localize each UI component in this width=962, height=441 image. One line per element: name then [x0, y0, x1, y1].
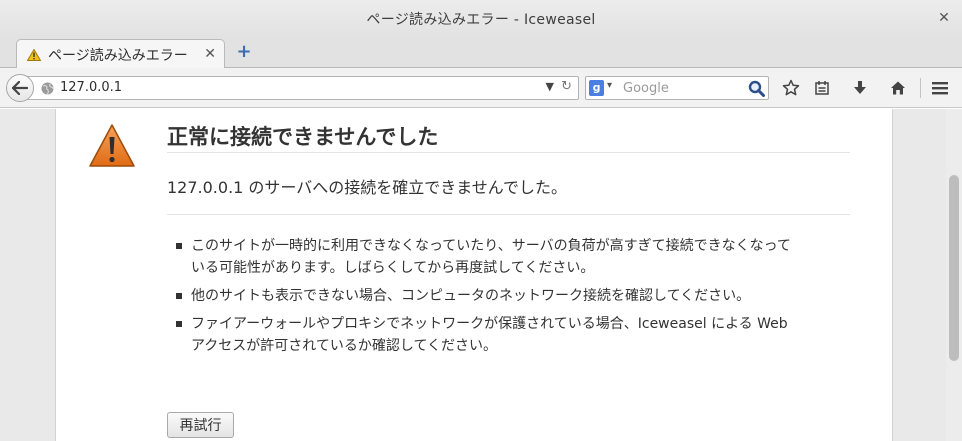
url-text: 127.0.0.1 — [60, 80, 123, 95]
window-title: ページ読み込みエラー - Iceweasel — [366, 12, 596, 28]
description-divider — [167, 214, 850, 215]
error-page: 正常に接続できませんでした 127.0.0.1 のサーバへの接続を確立できません… — [55, 109, 893, 441]
title-divider — [167, 152, 850, 153]
search-icon[interactable] — [748, 80, 765, 97]
globe-icon — [41, 82, 54, 95]
url-bar[interactable]: 127.0.0.1 ▼ ↻ — [26, 76, 579, 100]
window-titlebar: ページ読み込みエラー - Iceweasel ✕ — [0, 0, 962, 38]
warning-icon — [89, 124, 135, 167]
scrollbar-thumb[interactable] — [949, 175, 959, 361]
window-close-icon[interactable]: ✕ — [936, 10, 952, 26]
list-item: このサイトが一時的に利用できなくなっていたり、サーバの負荷が高すぎて接続できなく… — [176, 235, 796, 279]
error-suggestions: このサイトが一時的に利用できなくなっていたり、サーバの負荷が高すぎて接続できなく… — [176, 235, 796, 363]
back-icon — [12, 81, 28, 95]
navigation-toolbar: 127.0.0.1 ▼ ↻ g ▾ Google — [0, 68, 962, 108]
menu-icon[interactable] — [930, 78, 950, 98]
tab-close-icon[interactable]: ✕ — [204, 46, 216, 62]
content-area: 正常に接続できませんでした 127.0.0.1 のサーバへの接続を確立できません… — [0, 109, 962, 441]
error-title: 正常に接続できませんでした — [167, 125, 439, 149]
tab-error-page[interactable]: ページ読み込みエラー ✕ — [16, 39, 225, 69]
reload-icon[interactable]: ↻ — [561, 79, 572, 94]
error-description: 127.0.0.1 のサーバへの接続を確立できませんでした。 — [167, 178, 567, 197]
download-icon[interactable] — [850, 78, 870, 98]
list-item: 他のサイトも表示できない場合、コンピュータのネットワーク接続を確認してください。 — [176, 285, 796, 307]
bookmarks-list-icon[interactable] — [812, 78, 832, 98]
engine-dropdown-icon[interactable]: ▾ — [607, 80, 612, 91]
search-bar[interactable]: g ▾ Google — [585, 76, 769, 100]
dropdown-icon[interactable]: ▼ — [546, 80, 554, 93]
list-item: ファイアーウォールやプロキシでネットワークが保護されている場合、Icewease… — [176, 313, 796, 357]
vertical-scrollbar[interactable] — [946, 109, 962, 441]
warning-icon — [27, 48, 41, 61]
tab-strip: ページ読み込みエラー ✕ + — [0, 38, 962, 69]
back-button[interactable] — [6, 74, 34, 102]
search-placeholder: Google — [623, 81, 669, 96]
new-tab-icon[interactable]: + — [236, 43, 252, 61]
bookmark-star-icon[interactable] — [781, 78, 801, 98]
google-engine-icon[interactable]: g — [589, 80, 604, 96]
retry-button[interactable]: 再試行 — [167, 412, 234, 438]
home-icon[interactable] — [888, 78, 908, 98]
toolbar-separator — [920, 78, 921, 98]
tab-label: ページ読み込みエラー — [48, 47, 188, 64]
